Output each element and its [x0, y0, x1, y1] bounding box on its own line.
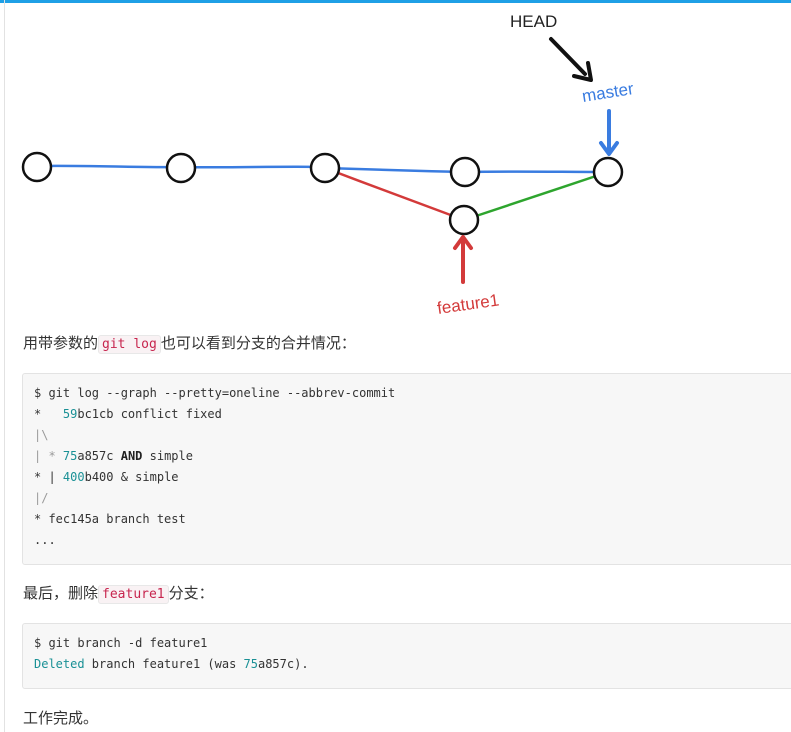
code-line: $ git branch -d feature1 [34, 636, 208, 650]
commit-node [21, 151, 53, 183]
code-line: * fec145a branch test [34, 512, 186, 526]
paragraph-git-log: 用带参数的 git log 也可以看到分支的合并情况： [23, 334, 356, 354]
master-line-3 [324, 166, 466, 174]
code-block-git-log: $ git log --graph --pretty=oneline --abb… [22, 373, 791, 565]
inline-code-feature1: feature1 [98, 585, 169, 604]
commit-node [165, 152, 197, 184]
branch-diagram: HEAD master feature1 [21, 12, 636, 318]
commit-node [448, 204, 480, 236]
head-label: HEAD [510, 12, 557, 31]
commit-node [449, 156, 481, 188]
code-line: |\ [34, 428, 49, 442]
master-line-2 [180, 165, 326, 169]
code-line: | * 75a857c AND simple [34, 449, 193, 463]
inline-code-git-log: git log [98, 335, 161, 354]
code-line: * 59bc1cb conflict fixed [34, 407, 222, 421]
code-line: * | 400b400 & simple [34, 470, 179, 484]
code-line: |/ [34, 491, 49, 505]
master-line-1 [36, 164, 182, 169]
merge-line [463, 170, 609, 222]
code-line: ... [34, 533, 56, 547]
code-block-branch-delete: $ git branch -d feature1 Deleted branch … [22, 623, 791, 689]
commit-node [592, 156, 624, 188]
feature-label: feature1 [436, 290, 500, 317]
head-arrow [549, 37, 587, 76]
feature-branch-line [324, 166, 465, 222]
paragraph-done: 工作完成。 [23, 709, 99, 727]
code-line: Deleted branch feature1 (was 75a857c). [34, 657, 309, 671]
paragraph-delete-branch: 最后，删除 feature1 分支： [23, 584, 214, 604]
master-label: master [581, 79, 636, 106]
commit-node [309, 152, 341, 184]
code-line: $ git log --graph --pretty=oneline --abb… [34, 386, 396, 400]
